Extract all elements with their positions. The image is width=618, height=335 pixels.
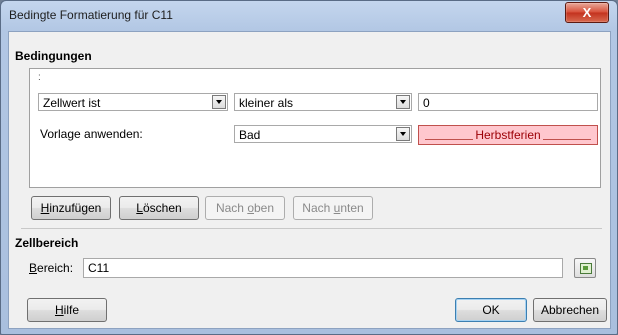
- apply-style-label: Vorlage anwenden:: [40, 127, 143, 141]
- section-divider: [21, 228, 602, 229]
- chevron-down-icon[interactable]: [396, 95, 410, 109]
- move-down-button[interactable]: Nach unten: [293, 196, 373, 220]
- move-up-button[interactable]: Nach oben: [205, 196, 285, 220]
- range-picker-icon: [580, 263, 592, 274]
- range-label: Bereich:: [29, 261, 74, 275]
- range-input[interactable]: C11: [83, 258, 563, 278]
- conditions-heading: Bedingungen: [15, 49, 92, 63]
- style-value: Bad: [239, 128, 261, 142]
- style-preview: Herbstferien: [418, 125, 598, 145]
- operator-value: kleiner als: [239, 96, 294, 110]
- condition-type-value: Zellwert ist: [43, 96, 101, 110]
- condition-value-text: 0: [423, 96, 430, 110]
- conditions-list: : Zellwert ist kleiner als 0 Vorlage anw…: [29, 68, 601, 188]
- condition-value-field[interactable]: 0: [418, 93, 598, 111]
- operator-dropdown[interactable]: kleiner als: [234, 93, 412, 111]
- title-bar[interactable]: Bedingte Formatierung für C11 X: [1, 1, 617, 31]
- cancel-button[interactable]: Abbrechen: [533, 298, 607, 322]
- range-value: C11: [88, 261, 110, 275]
- help-button[interactable]: Hilfe: [27, 298, 107, 322]
- delete-button[interactable]: Löschen: [119, 196, 199, 220]
- style-dropdown[interactable]: Bad: [234, 125, 412, 143]
- chevron-down-icon[interactable]: [212, 95, 226, 109]
- dialog-body: Bedingungen : Zellwert ist kleiner als 0…: [8, 31, 611, 329]
- add-button[interactable]: Hinzufügen: [31, 196, 111, 220]
- close-icon: X: [582, 5, 592, 20]
- dialog-window: Bedingte Formatierung für C11 X Bedingun…: [0, 0, 618, 335]
- dialog-title: Bedingte Formatierung für C11: [9, 8, 173, 22]
- close-button[interactable]: X: [565, 2, 609, 23]
- ok-button[interactable]: OK: [455, 298, 527, 322]
- range-heading: Zellbereich: [15, 236, 79, 250]
- preview-text: Herbstferien: [473, 128, 543, 142]
- condition-type-dropdown[interactable]: Zellwert ist: [38, 93, 228, 111]
- condition-hint: :: [38, 72, 41, 83]
- chevron-down-icon[interactable]: [396, 127, 410, 141]
- shrink-range-button[interactable]: [574, 258, 596, 278]
